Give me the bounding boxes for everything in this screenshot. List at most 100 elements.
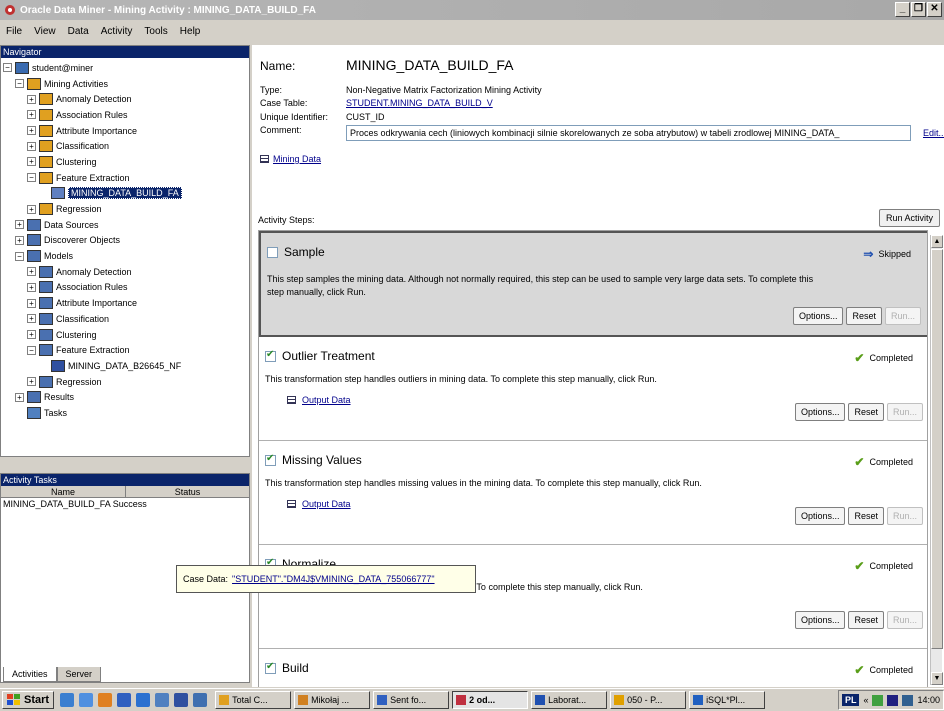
minimize-button[interactable]: _	[895, 2, 910, 17]
tree-node[interactable]: MINING_DATA_BUILD_FA	[3, 186, 249, 202]
quicklaunch-icon[interactable]	[193, 693, 208, 707]
taskbar-button[interactable]: Total C...	[215, 691, 292, 709]
mining-data-link[interactable]: Mining Data	[273, 154, 321, 164]
run-button[interactable]: Run...	[884, 307, 921, 325]
table-row[interactable]: MINING_DATA_BUILD_FA Success	[1, 498, 249, 510]
output-data-link[interactable]: Output Data	[302, 499, 351, 509]
step-checkbox[interactable]	[265, 349, 276, 362]
tree-node[interactable]: − Models	[3, 248, 249, 264]
collapse-icon[interactable]: −	[15, 79, 24, 89]
maximize-button[interactable]: ❐	[911, 2, 926, 17]
tree-node[interactable]: + Attribute Importance	[3, 123, 249, 139]
menu-file[interactable]: File	[6, 26, 22, 37]
start-button[interactable]: Start	[2, 691, 55, 709]
expand-icon[interactable]: +	[27, 204, 36, 214]
quicklaunch-icon[interactable]	[98, 693, 113, 707]
tab-activities[interactable]: Activities	[3, 667, 57, 682]
expand-icon[interactable]: +	[27, 314, 36, 324]
expand-icon[interactable]: +	[27, 377, 36, 387]
run-activity-button[interactable]: Run Activity	[878, 209, 940, 227]
col-name[interactable]: Name	[1, 486, 126, 497]
chevron-left-icon[interactable]: «	[863, 695, 868, 705]
menu-tools[interactable]: Tools	[144, 26, 167, 37]
comment-field[interactable]: Proces odkrywania cech (liniowych kombin…	[346, 125, 911, 141]
collapse-icon[interactable]: −	[3, 63, 12, 73]
tooltip-link[interactable]: "STUDENT"."DM4J$VMINING_DATA_755066777"	[232, 574, 435, 584]
taskbar-button[interactable]: iSQL*Pl...	[689, 691, 766, 709]
options-button[interactable]: Options...	[794, 611, 846, 629]
menu-view[interactable]: View	[34, 26, 56, 37]
tree-node[interactable]: Tasks	[3, 405, 249, 421]
close-button[interactable]: ✕	[927, 2, 942, 17]
tree-node[interactable]: − Feature Extraction	[3, 170, 249, 186]
reset-button[interactable]: Reset	[848, 507, 884, 525]
tree-node[interactable]: + Classification	[3, 138, 249, 154]
expand-icon[interactable]: +	[27, 267, 36, 277]
quicklaunch-icon[interactable]	[60, 693, 75, 707]
menu-data[interactable]: Data	[68, 26, 89, 37]
tree-node[interactable]: MINING_DATA_B26645_NF	[3, 358, 249, 374]
expand-icon[interactable]: +	[27, 110, 36, 120]
expand-icon[interactable]: +	[15, 220, 24, 230]
run-button[interactable]: Run...	[886, 507, 923, 525]
tree-node[interactable]: + Regression	[3, 201, 249, 217]
quicklaunch-icon[interactable]	[174, 693, 189, 707]
tray-icon[interactable]	[887, 694, 899, 706]
tray-icon[interactable]	[872, 694, 884, 706]
quicklaunch-icon[interactable]	[79, 693, 94, 707]
tree-node[interactable]: + Classification	[3, 311, 249, 327]
options-button[interactable]: Options...	[794, 507, 846, 525]
edit-link[interactable]: Edit...	[923, 128, 944, 138]
tab-server[interactable]: Server	[56, 667, 102, 682]
tree-node[interactable]: + Results	[3, 389, 249, 405]
expand-icon[interactable]: +	[27, 157, 36, 167]
case-table-link[interactable]: STUDENT.MINING_DATA_BUILD_V	[346, 98, 493, 108]
collapse-icon[interactable]: −	[27, 173, 36, 183]
step-checkbox[interactable]	[265, 453, 276, 466]
step-checkbox[interactable]	[267, 246, 278, 258]
reset-button[interactable]: Reset	[848, 611, 884, 629]
scroll-up-icon[interactable]: ▲	[931, 235, 943, 248]
tree-node[interactable]: − Feature Extraction	[3, 342, 249, 358]
col-status[interactable]: Status	[126, 486, 249, 497]
reset-button[interactable]: Reset	[848, 403, 884, 421]
scroll-thumb[interactable]	[931, 249, 943, 649]
expand-icon[interactable]: +	[27, 298, 36, 308]
taskbar-button[interactable]: Sent fo...	[373, 691, 450, 709]
reset-button[interactable]: Reset	[846, 307, 882, 325]
expand-icon[interactable]: +	[15, 392, 24, 402]
step-checkbox[interactable]	[265, 661, 276, 674]
options-button[interactable]: Options...	[794, 403, 846, 421]
collapse-icon[interactable]: −	[15, 251, 24, 261]
tree-node[interactable]: + Association Rules	[3, 107, 249, 123]
tree-node[interactable]: + Association Rules	[3, 280, 249, 296]
taskbar-button[interactable]: 2 od...	[452, 691, 529, 709]
taskbar-button[interactable]: Laborat...	[531, 691, 608, 709]
run-button[interactable]: Run...	[886, 611, 923, 629]
quicklaunch-icon[interactable]	[136, 693, 151, 707]
collapse-icon[interactable]: −	[27, 345, 36, 355]
taskbar-button[interactable]: 050 - P...	[610, 691, 687, 709]
run-button[interactable]: Run...	[886, 403, 923, 421]
options-button[interactable]: Options...	[792, 307, 844, 325]
tree-node[interactable]: + Anomaly Detection	[3, 264, 249, 280]
expand-icon[interactable]: +	[27, 282, 36, 292]
tree-node[interactable]: + Attribute Importance	[3, 295, 249, 311]
quicklaunch-icon[interactable]	[117, 693, 132, 707]
tree-node[interactable]: + Discoverer Objects	[3, 233, 249, 249]
tree-node[interactable]: + Clustering	[3, 327, 249, 343]
tree-node[interactable]: + Anomaly Detection	[3, 91, 249, 107]
expand-icon[interactable]: +	[27, 330, 36, 340]
scroll-down-icon[interactable]: ▼	[931, 672, 943, 685]
expand-icon[interactable]: +	[27, 141, 36, 151]
steps-scrollbar[interactable]: ▲ ▼	[930, 235, 943, 685]
taskbar-button[interactable]: Mikołaj ...	[294, 691, 371, 709]
tree-node[interactable]: − Mining Activities	[3, 76, 249, 92]
tree-node[interactable]: + Regression	[3, 374, 249, 390]
menu-help[interactable]: Help	[180, 26, 201, 37]
expand-icon[interactable]: +	[15, 235, 24, 245]
tree-node[interactable]: + Data Sources	[3, 217, 249, 233]
tray-icon[interactable]	[902, 694, 914, 706]
output-data-link[interactable]: Output Data	[302, 395, 351, 405]
menu-activity[interactable]: Activity	[101, 26, 133, 37]
